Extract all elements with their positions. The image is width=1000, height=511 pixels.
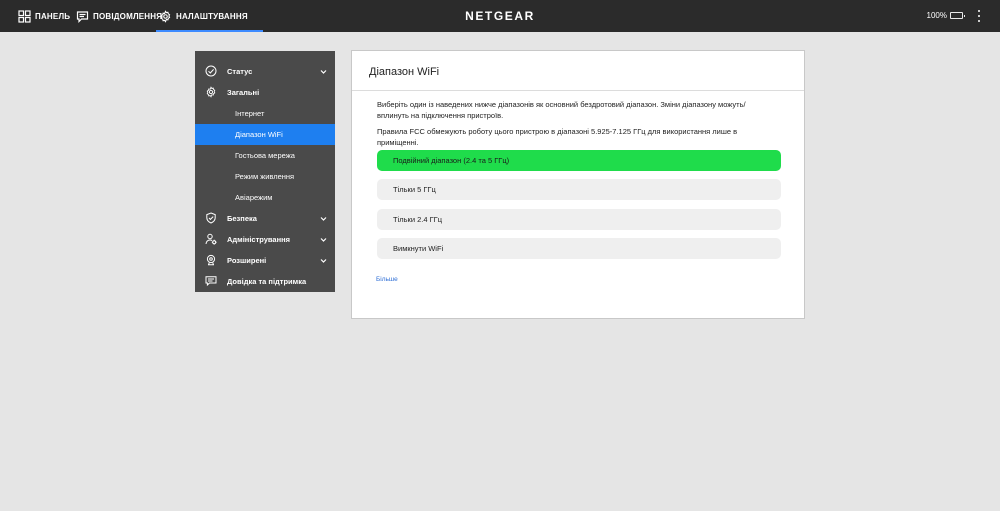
chevron-down-icon [320,217,327,221]
sidebar-item-label: Статус [227,67,253,76]
page-title: Діапазон WiFi [369,66,440,78]
sidebar-item-label: Загальні [227,88,260,97]
battery-percent: 100% [926,11,947,20]
battery-status: 100% [926,11,965,20]
sidebar-item-internet[interactable]: Інтернет [195,103,335,124]
sidebar-item-administration[interactable]: Адміністрування [195,229,335,250]
option-label: Тільки 2.4 ГГц [393,215,443,224]
option-label: Тільки 5 ГГц [393,185,436,194]
sidebar-item-wifi-band[interactable]: Діапазон WiFi [195,124,335,145]
more-menu-icon[interactable] [976,10,982,22]
netgear-logo: NETGEAR [465,9,535,23]
shield-check-icon [206,212,216,224]
sidebar-item-security[interactable]: Безпека [195,208,335,229]
sidebar-item-label: Розширені [227,256,267,265]
fcc-notice: Правила FCC обмежують роботу цього прист… [377,127,738,147]
chevron-down-icon [320,238,327,242]
help-chat-icon [205,276,217,287]
user-gear-icon [205,233,217,245]
sidebar-item-airplane-mode[interactable]: Авіарежим [195,187,335,208]
battery-icon [950,12,965,19]
more-link[interactable]: Більше [376,276,398,283]
check-circle-icon [205,65,217,77]
top-bar: ПАНЕЛЬ ПОВІДОМЛЕННЯ НАЛАШТУВАННЯ NETGEAR… [0,0,1000,32]
sidebar-item-general[interactable]: Загальні [195,82,335,103]
sidebar-item-power-mode[interactable]: Режим живлення [195,166,335,187]
settings-sidebar: Статус Загальні Інтернет Діапазон WiFi Г… [195,51,335,292]
sidebar-item-label: Адміністрування [227,235,291,244]
gear-icon [206,86,216,98]
advanced-settings-icon [206,254,216,266]
chevron-down-icon [320,259,327,263]
sidebar-item-status[interactable]: Статус [195,61,335,82]
option-label: Вимкнути WiFi [393,244,444,253]
option-2-4ghz-only[interactable]: Тільки 2.4 ГГц [377,209,781,230]
band-description: Виберіть один із наведених нижче діапазо… [377,100,746,120]
sidebar-item-label: Безпека [227,214,257,223]
divider [352,90,804,91]
sidebar-item-advanced[interactable]: Розширені [195,250,335,271]
option-5ghz-only[interactable]: Тільки 5 ГГц [377,179,781,200]
sidebar-item-label: Режим живлення [235,172,295,181]
sidebar-item-guest-network[interactable]: Гостьова мережа [195,145,335,166]
option-wifi-off[interactable]: Вимкнути WiFi [377,238,781,259]
sidebar-item-label: Інтернет [235,109,265,118]
sidebar-item-label: Гостьова мережа [235,151,295,160]
option-dual-band[interactable]: Подвійний діапазон (2.4 та 5 ГГц) [377,150,781,171]
sidebar-item-label: Довідка та підтримка [227,277,307,286]
chevron-down-icon [320,70,327,74]
wifi-band-panel: Діапазон WiFi Виберіть один із наведених… [351,50,805,319]
option-label: Подвійний діапазон (2.4 та 5 ГГц) [393,156,510,165]
sidebar-item-label: Діапазон WiFi [235,130,283,139]
sidebar-item-help-support[interactable]: Довідка та підтримка [195,271,335,292]
sidebar-item-label: Авіарежим [235,193,273,202]
